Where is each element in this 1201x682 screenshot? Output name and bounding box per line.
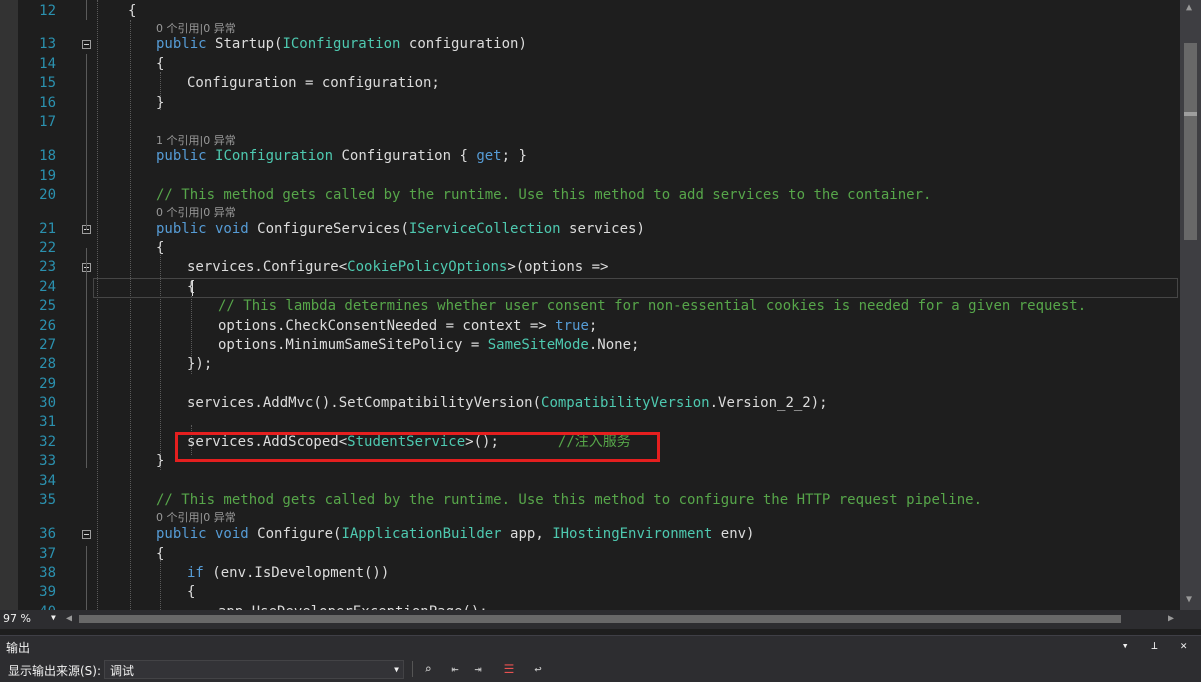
code-line[interactable]: app.UseDeveloperExceptionPage(); — [218, 603, 488, 610]
clear-all-icon[interactable]: ☰ — [501, 662, 517, 677]
scrollbar-caret-marker — [1184, 112, 1197, 116]
next-message-icon[interactable]: ⇥ — [470, 662, 486, 677]
toolbar-separator — [412, 661, 413, 677]
scroll-down-arrow-icon[interactable]: ▼ — [1186, 594, 1192, 605]
panel-window-controls[interactable]: ▾ ⊥ ✕ — [1122, 639, 1195, 652]
prev-message-icon[interactable]: ⇤ — [447, 662, 463, 677]
code-line[interactable]: options.MinimumSameSitePolicy = SameSite… — [218, 336, 639, 355]
code-line[interactable]: // This lambda determines whether user c… — [218, 297, 1086, 316]
code-line[interactable]: public IConfiguration Configuration { ge… — [156, 147, 527, 166]
code-line[interactable]: }); — [187, 355, 212, 374]
codelens-references[interactable]: 0 个引用|0 异常 — [156, 22, 236, 35]
code-line[interactable]: { — [156, 545, 164, 564]
code-editor[interactable]: 12 13 14 15 16 17 18 19 20 21 22 23 24 25 26 27 28 29 30 31… — [0, 0, 1201, 610]
chevron-down-icon: ▼ — [394, 665, 399, 674]
code-line[interactable]: } — [156, 452, 164, 471]
output-toolbar: 显示输出来源(S): 调试 ▼ ⌕ ⇤ ⇥ ☰ ↩ — [0, 657, 1201, 682]
code-line[interactable]: // This method gets called by the runtim… — [156, 491, 982, 510]
output-panel-header: 输出 ▾ ⊥ ✕ — [0, 635, 1201, 657]
scroll-up-arrow-icon[interactable]: ▲ — [1186, 2, 1192, 13]
code-line[interactable]: Configuration = configuration; — [187, 74, 440, 93]
code-line[interactable]: options.CheckConsentNeeded = context => … — [218, 317, 597, 336]
horizontal-scroll-thumb[interactable] — [79, 615, 1121, 623]
code-line[interactable]: public void Configure(IApplicationBuilde… — [156, 525, 755, 544]
code-line[interactable]: { — [156, 55, 164, 74]
output-source-value: 调试 — [110, 664, 135, 678]
scroll-right-arrow-icon[interactable]: ▶ — [1168, 613, 1174, 624]
zoom-level[interactable]: 97 % — [3, 612, 31, 625]
code-line[interactable]: services.AddMvc().SetCompatibilityVersio… — [187, 394, 828, 413]
code-line[interactable]: services.Configure<CookiePolicyOptions>(… — [187, 258, 608, 277]
scroll-left-arrow-icon[interactable]: ◀ — [66, 613, 72, 624]
code-line[interactable]: { — [156, 239, 164, 258]
output-source-select[interactable]: 调试 ▼ — [104, 660, 404, 679]
find-icon[interactable]: ⌕ — [420, 662, 436, 677]
output-source-label: 显示输出来源(S): — [8, 664, 102, 678]
zoom-dropdown-icon[interactable]: ▼ — [51, 613, 56, 622]
code-line[interactable]: public Startup(IConfiguration configurat… — [156, 35, 527, 54]
word-wrap-icon[interactable]: ↩ — [530, 662, 546, 677]
code-line[interactable]: if (env.IsDevelopment()) — [187, 564, 389, 583]
code-line[interactable]: // This method gets called by the runtim… — [156, 186, 931, 205]
code-line[interactable]: } — [156, 94, 164, 113]
codelens-references[interactable]: 1 个引用|0 异常 — [156, 134, 236, 147]
red-annotation-box — [175, 432, 660, 462]
codelens-references[interactable]: 0 个引用|0 异常 — [156, 511, 236, 524]
codelens-references[interactable]: 0 个引用|0 异常 — [156, 206, 236, 219]
code-text[interactable]: {0 个引用|0 异常 public Startup(IConfiguration… — [0, 0, 1180, 610]
vertical-scroll-thumb[interactable] — [1184, 43, 1197, 240]
code-line[interactable]: { — [128, 2, 136, 21]
code-line[interactable]: public void ConfigureServices(IServiceCo… — [156, 220, 645, 239]
output-panel-title: 输出 — [6, 641, 31, 655]
code-line[interactable]: { — [187, 583, 195, 602]
text-caret — [192, 280, 193, 296]
